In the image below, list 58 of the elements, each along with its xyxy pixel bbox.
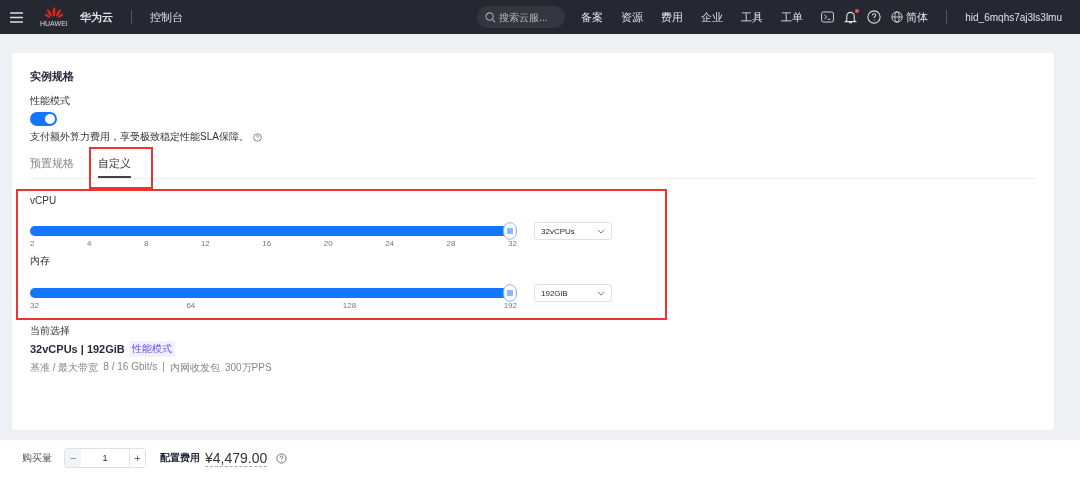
detail-text: | — [162, 361, 165, 374]
detail-text: 内网收发包 — [169, 361, 220, 375]
tick-label: 32 — [30, 301, 39, 310]
slider-label: 内存 — [30, 254, 51, 268]
section-title: 实例规格 — [30, 69, 74, 84]
user-name[interactable]: hid_6mqhs7aj3ls3lmu — [965, 11, 1062, 23]
nav-link[interactable]: 资源 — [621, 9, 644, 25]
bell-icon[interactable] — [844, 10, 858, 24]
price-label: 配置费用 — [160, 451, 200, 465]
quantity-label: 购买量 — [22, 451, 52, 465]
spec-tab[interactable]: 自定义 — [98, 156, 131, 178]
tick-label: 2 — [30, 239, 35, 248]
globe-icon[interactable] — [891, 11, 904, 23]
value-dropdown[interactable]: 32vCPUs — [534, 222, 612, 240]
menu-icon[interactable] — [10, 11, 23, 23]
price-value: ¥4,479.00 — [205, 449, 268, 467]
tick-label: 28 — [446, 239, 456, 248]
value-dropdown[interactable]: 192GiB — [534, 284, 612, 302]
tick-label: 4 — [86, 239, 92, 248]
tick-label: 8 — [143, 239, 149, 248]
nav-link[interactable]: 费用 — [661, 9, 684, 25]
search-field[interactable]: 搜索云服... — [477, 6, 566, 28]
flower-logo-icon — [44, 6, 63, 20]
slider-label: vCPU — [30, 195, 58, 206]
chevron-icon — [597, 228, 605, 234]
detail-text: 8 / 16 Gbit/s — [103, 361, 158, 374]
mode-toggle[interactable] — [30, 112, 57, 126]
tick-label: 20 — [323, 239, 333, 248]
increment-button[interactable]: + — [129, 449, 145, 467]
decrement-button[interactable]: − — [65, 449, 81, 467]
mode-tag: 性能模式 — [128, 341, 175, 357]
tick-label: 24 — [385, 239, 395, 248]
quantity-value[interactable]: 1 — [81, 449, 129, 467]
terminal-icon[interactable] — [821, 11, 835, 23]
current-value: 32vCPUs | 192GiB — [30, 343, 125, 355]
slider-handle[interactable] — [503, 284, 517, 302]
language-link[interactable]: 简体 — [906, 9, 929, 25]
tick-label: 64 — [186, 301, 196, 310]
tick-label: 128 — [342, 301, 357, 310]
slider-handle[interactable] — [503, 222, 517, 240]
tick-label: 32 — [508, 239, 517, 248]
nav-link[interactable]: 工单 — [781, 9, 804, 25]
search-icon — [485, 12, 497, 23]
mode-note: 支付额外算力费用，享受极致稳定性能SLA保障。 — [30, 130, 249, 144]
tick-label: 192 — [503, 301, 517, 310]
chevron-icon — [597, 290, 605, 296]
nav-link[interactable]: 备案 — [581, 9, 604, 25]
tick-label: 16 — [262, 239, 272, 248]
brand-name[interactable]: 华为云 — [79, 9, 113, 25]
nav-link[interactable]: 工具 — [741, 9, 764, 25]
tick-label: 12 — [200, 239, 210, 248]
current-label: 当前选择 — [30, 324, 70, 338]
spec-tab[interactable]: 预置规格 — [30, 156, 74, 176]
nav-link[interactable]: 企业 — [701, 9, 724, 25]
console-link[interactable]: 控制台 — [149, 9, 183, 25]
detail-text: 300万PPS — [224, 361, 272, 375]
detail-text: 基准 / 最大带宽 — [30, 361, 99, 375]
mode-label: 性能模式 — [30, 94, 70, 108]
